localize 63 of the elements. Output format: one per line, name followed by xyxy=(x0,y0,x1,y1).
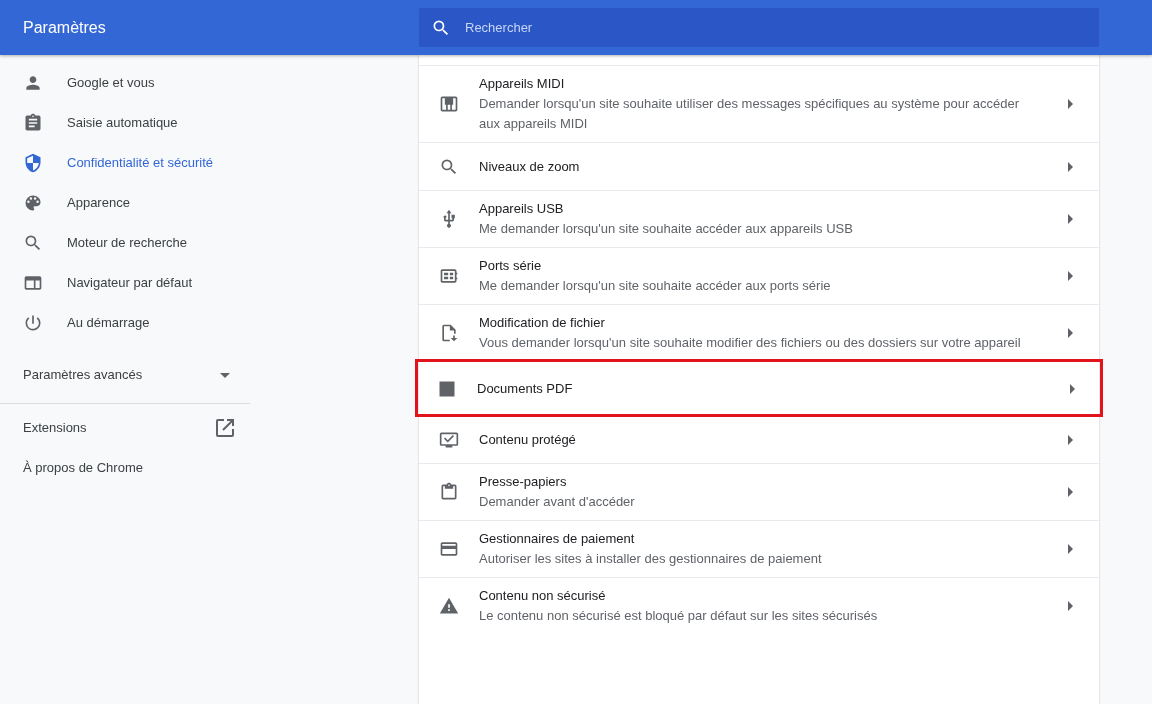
setting-description: Demander lorsqu'un site souhaite utiliser des messages spécifiques au système pour accéder aux appareils MIDI xyxy=(479,95,1021,133)
sidebar-item[interactable]: Saisie automatique xyxy=(0,103,250,143)
sidebar-link[interactable]: Extensions xyxy=(0,408,250,448)
setting-description: Autoriser les sites à installer des gestionnaires de paiement xyxy=(479,550,823,568)
clipboard-icon xyxy=(439,482,459,502)
settings-row[interactable]: Documents PDF xyxy=(417,361,1101,415)
browser-window-icon xyxy=(23,273,43,293)
setting-title: Contenu non sécurisé xyxy=(479,587,607,605)
setting-title: Ports série xyxy=(479,257,543,275)
palette-icon xyxy=(23,193,43,213)
power-icon xyxy=(23,313,43,333)
search-icon xyxy=(23,233,43,253)
piano-keys-icon xyxy=(439,94,459,114)
setting-description: Vous demander lorsqu'un site souhaite modifier des fichiers ou des dossiers sur votre appareil xyxy=(479,334,1022,352)
external-link-icon xyxy=(216,419,234,437)
search-field[interactable]: Rechercher xyxy=(419,8,1099,47)
clipboard-icon xyxy=(23,113,43,133)
sidebar-item[interactable]: Google et vous xyxy=(0,63,250,103)
setting-title: Niveaux de zoom xyxy=(479,157,581,176)
chevron-right-icon xyxy=(1065,271,1075,281)
chevron-right-icon xyxy=(1065,601,1075,611)
setting-title: Presse-papiers xyxy=(479,473,568,491)
chevron-right-icon xyxy=(1065,161,1075,172)
chevron-right-icon xyxy=(1065,214,1075,224)
chevron-right-icon xyxy=(1065,544,1075,554)
sidebar-item[interactable]: Apparence xyxy=(0,183,250,223)
settings-row[interactable]: Contenu protégé xyxy=(419,415,1099,463)
setting-title: Gestionnaires de paiement xyxy=(479,530,636,548)
settings-row[interactable]: Appareils MIDI Demander lorsqu'un site souhaite utiliser des messages spécifiques au système pour accéder aux appareils MIDI xyxy=(419,65,1099,142)
setting-description: Me demander lorsqu'un site souhaite accéder aux ports série xyxy=(479,277,832,295)
chevron-right-icon xyxy=(1067,383,1077,394)
settings-row[interactable]: Modification de fichier Vous demander lorsqu'un site souhaite modifier des fichiers ou des dossiers sur votre appareil xyxy=(419,304,1099,361)
page-title: Paramètres xyxy=(22,17,107,38)
setting-description: Me demander lorsqu'un site souhaite accéder aux appareils USB xyxy=(479,220,854,238)
warning-icon xyxy=(439,596,459,616)
settings-row[interactable]: Contenu non sécurisé Le contenu non sécurisé est bloqué par défaut sur les sites sécurisés xyxy=(419,577,1099,634)
settings-row[interactable]: Gestionnaires de paiement Autoriser les sites à installer des gestionnaires de paiement xyxy=(419,520,1099,577)
settings-row[interactable]: Niveaux de zoom xyxy=(419,142,1099,190)
setting-title: Contenu protégé xyxy=(479,430,577,449)
settings-row[interactable]: Appareils USB Me demander lorsqu'un site souhaite accéder aux appareils USB xyxy=(419,190,1099,247)
sidebar-link[interactable]: À propos de Chrome xyxy=(0,448,250,488)
settings-row[interactable]: Presse-papiers Demander avant d'accéder xyxy=(419,463,1099,520)
chevron-right-icon xyxy=(1065,99,1075,109)
setting-title: Modification de fichier xyxy=(479,314,606,332)
setting-description: Demander avant d'accéder xyxy=(479,493,636,511)
settings-row[interactable]: Ports série Me demander lorsqu'un site souhaite accéder aux ports série xyxy=(419,247,1099,304)
chevron-right-icon xyxy=(1065,328,1075,338)
sidebar-item[interactable]: Moteur de recherche xyxy=(0,223,250,263)
sidebar-item[interactable]: Au démarrage xyxy=(0,303,250,343)
advanced-settings-toggle[interactable]: Paramètres avancés xyxy=(0,351,250,399)
setting-title: Documents PDF xyxy=(477,379,574,398)
chevron-right-icon xyxy=(1065,434,1075,445)
file-download-icon xyxy=(439,323,459,343)
credit-card-icon xyxy=(439,539,459,559)
caret-icon xyxy=(220,372,230,378)
chevron-right-icon xyxy=(1065,487,1075,497)
sidebar-item[interactable]: Confidentialité et sécurité xyxy=(0,143,250,183)
sidebar-item[interactable]: Navigateur par défaut xyxy=(0,263,250,303)
port-icon xyxy=(439,266,459,286)
setting-title: Appareils MIDI xyxy=(479,75,566,93)
setting-description: Le contenu non sécurisé est bloqué par défaut sur les sites sécurisés xyxy=(479,607,879,625)
shield-icon xyxy=(23,153,43,173)
setting-title: Appareils USB xyxy=(479,200,565,218)
